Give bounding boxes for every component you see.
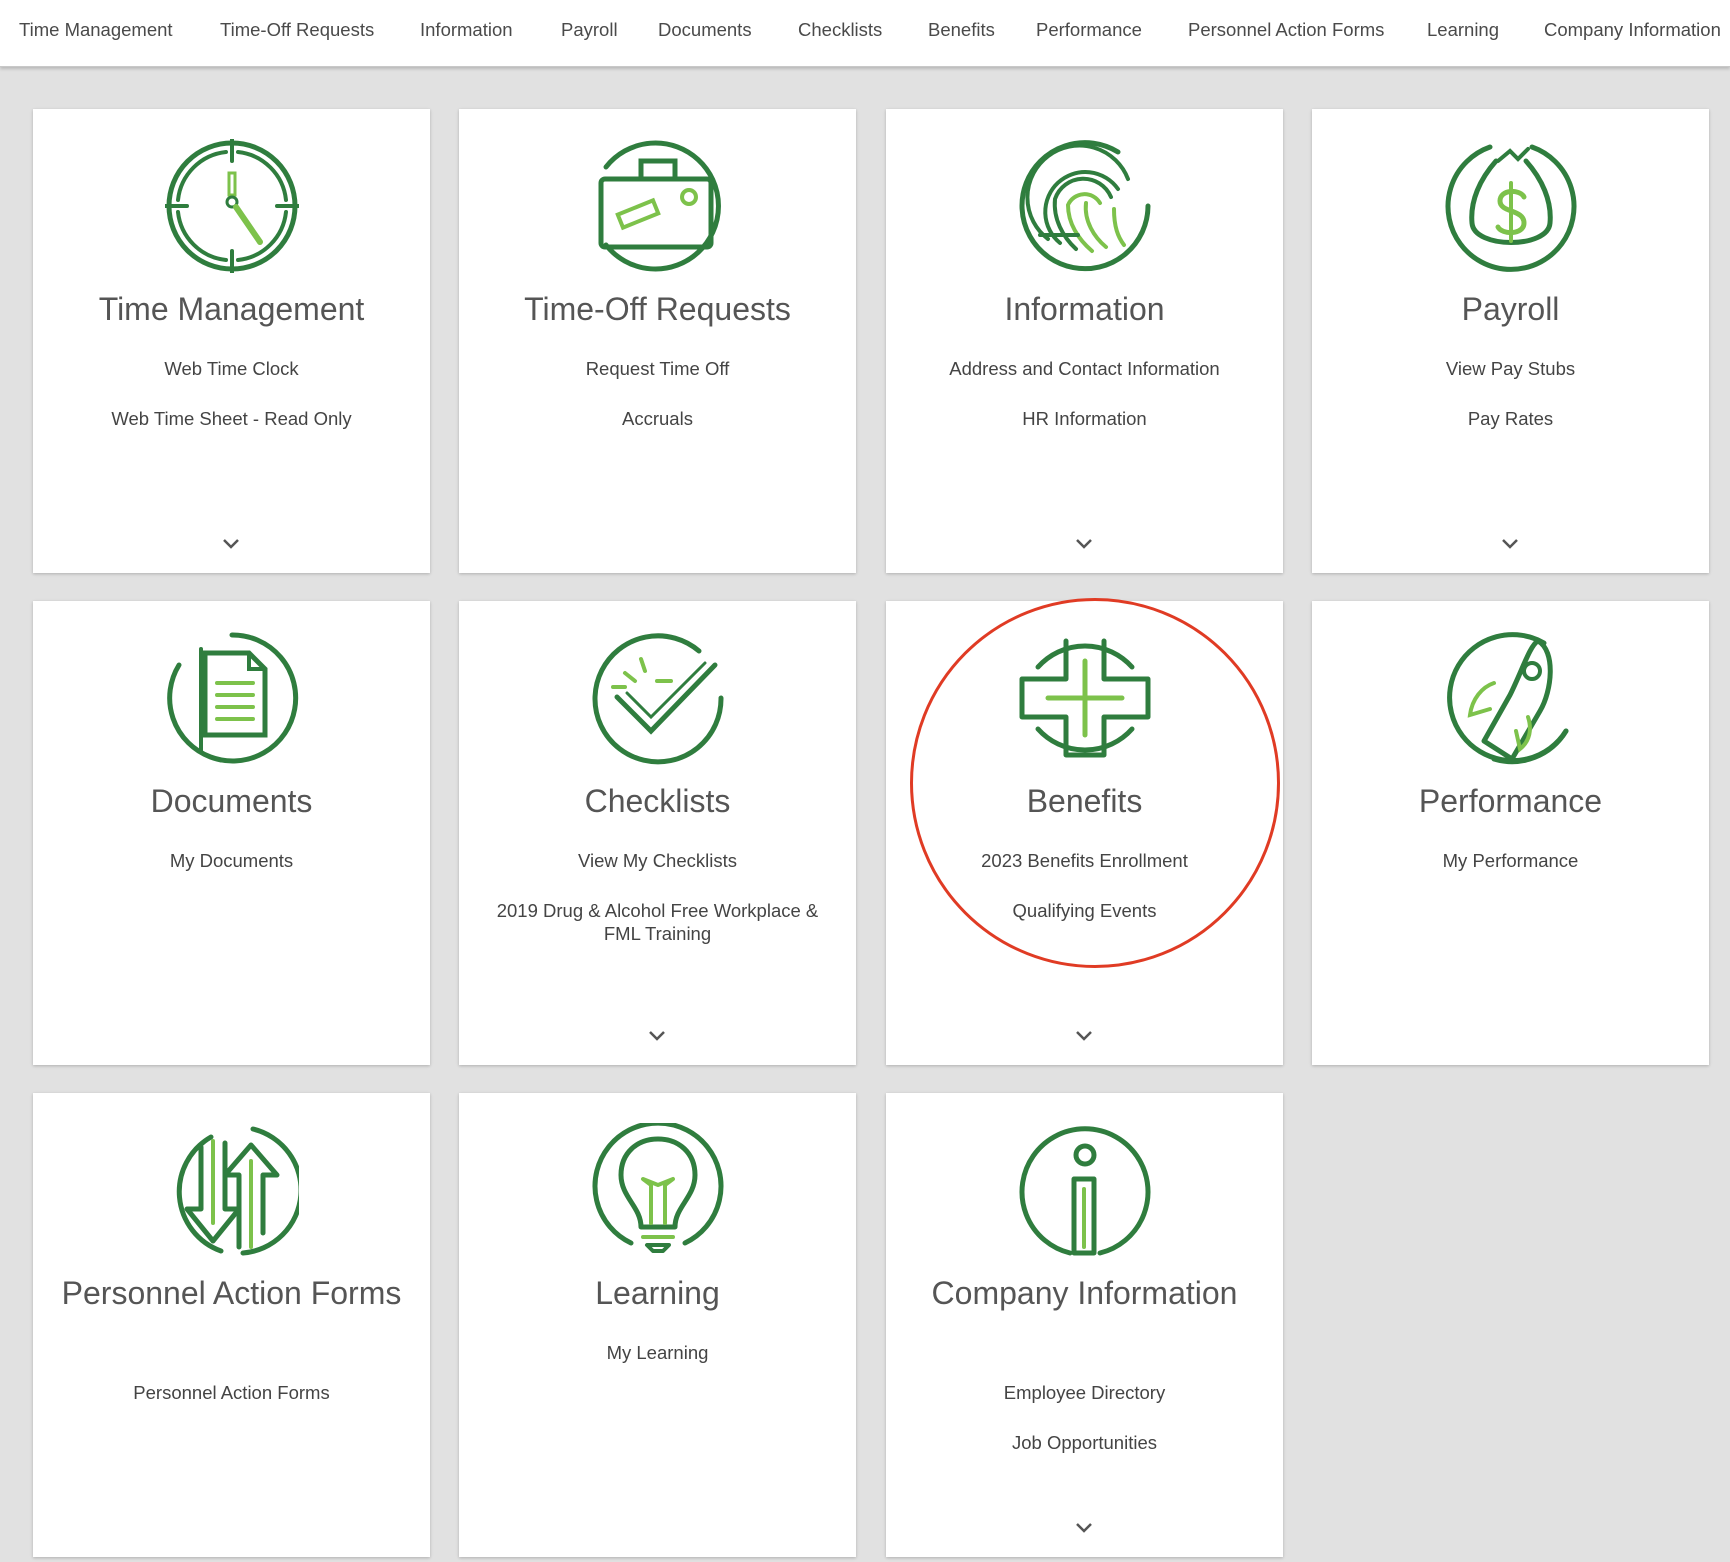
card-documents[interactable]: Documents My Documents: [33, 601, 430, 1065]
card-links: Address and Contact Information HR Infor…: [906, 357, 1263, 457]
card-links: My Performance: [1332, 849, 1689, 899]
card-link-view-pay-stubs[interactable]: View Pay Stubs: [1332, 357, 1689, 380]
card-link-my-performance[interactable]: My Performance: [1332, 849, 1689, 872]
card-title: Checklists: [584, 783, 731, 819]
chevron-down-icon[interactable]: [1073, 537, 1095, 551]
top-navigation: Time Management Time-Off Requests Inform…: [0, 0, 1730, 67]
clock-icon: [165, 139, 299, 273]
card-benefits[interactable]: Benefits 2023 Benefits Enrollment Qualif…: [886, 601, 1283, 1065]
card-learning[interactable]: Learning My Learning: [459, 1093, 856, 1557]
nav-item-information[interactable]: Information: [420, 0, 513, 60]
card-link-2023-benefits-enrollment[interactable]: 2023 Benefits Enrollment: [906, 849, 1263, 872]
nav-item-personnel-action-forms[interactable]: Personnel Action Forms: [1188, 0, 1384, 60]
nav-item-learning[interactable]: Learning: [1427, 0, 1499, 60]
card-checklists[interactable]: Checklists View My Checklists 2019 Drug …: [459, 601, 856, 1065]
medical-cross-icon: [1018, 631, 1152, 765]
info-icon: [1018, 1123, 1152, 1257]
card-link-view-my-checklists[interactable]: View My Checklists: [479, 849, 836, 872]
card-title: Personnel Action Forms: [61, 1275, 402, 1311]
card-links: View My Checklists 2019 Drug & Alcohol F…: [479, 849, 836, 972]
card-link-qualifying-events[interactable]: Qualifying Events: [906, 899, 1263, 922]
chevron-down-icon[interactable]: [1073, 1029, 1095, 1043]
card-link-drug-alcohol-training[interactable]: 2019 Drug & Alcohol Free Workplace & FML…: [479, 899, 836, 945]
chevron-down-icon[interactable]: [1073, 1521, 1095, 1535]
card-information[interactable]: Information Address and Contact Informat…: [886, 109, 1283, 573]
card-title: Information: [1004, 291, 1165, 327]
lightbulb-icon: [591, 1123, 725, 1257]
card-title: Learning: [595, 1275, 720, 1311]
chevron-down-icon[interactable]: [220, 537, 242, 551]
chevron-down-icon[interactable]: [646, 1029, 668, 1043]
card-time-off-requests[interactable]: Time-Off Requests Request Time Off Accru…: [459, 109, 856, 573]
card-time-management[interactable]: Time Management Web Time Clock Web Time …: [33, 109, 430, 573]
card-personnel-action-forms[interactable]: Personnel Action Forms Personnel Action …: [33, 1093, 430, 1557]
nav-item-time-management[interactable]: Time Management: [19, 0, 173, 60]
card-title: Benefits: [1026, 783, 1143, 819]
card-link-my-learning[interactable]: My Learning: [479, 1341, 836, 1364]
card-link-address-contact[interactable]: Address and Contact Information: [906, 357, 1263, 380]
card-performance[interactable]: Performance My Performance: [1312, 601, 1709, 1065]
card-link-request-time-off[interactable]: Request Time Off: [479, 357, 836, 380]
card-title: Documents: [150, 783, 313, 819]
nav-item-company-information[interactable]: Company Information: [1544, 0, 1721, 60]
card-links: Employee Directory Job Opportunities: [906, 1381, 1263, 1481]
card-links: View Pay Stubs Pay Rates: [1332, 357, 1689, 457]
rocket-icon: [1444, 631, 1578, 765]
card-link-employee-directory[interactable]: Employee Directory: [906, 1381, 1263, 1404]
card-title: Payroll: [1461, 291, 1560, 327]
card-title: Performance: [1418, 783, 1603, 819]
nav-item-time-off-requests[interactable]: Time-Off Requests: [220, 0, 374, 60]
document-icon: [165, 631, 299, 765]
card-link-accruals[interactable]: Accruals: [479, 407, 836, 430]
card-link-web-time-sheet[interactable]: Web Time Sheet - Read Only: [53, 407, 410, 430]
nav-item-checklists[interactable]: Checklists: [798, 0, 882, 60]
checkmark-icon: [591, 631, 725, 765]
fingerprint-icon: [1018, 139, 1152, 273]
card-link-job-opportunities[interactable]: Job Opportunities: [906, 1431, 1263, 1454]
card-link-hr-information[interactable]: HR Information: [906, 407, 1263, 430]
nav-item-payroll[interactable]: Payroll: [561, 0, 618, 60]
card-links: My Learning: [479, 1341, 836, 1391]
transfer-arrows-icon: [165, 1123, 299, 1257]
card-links: Personnel Action Forms: [53, 1381, 410, 1431]
card-links: 2023 Benefits Enrollment Qualifying Even…: [906, 849, 1263, 949]
card-title: Time Management: [98, 291, 365, 327]
nav-item-performance[interactable]: Performance: [1036, 0, 1142, 60]
card-links: My Documents: [53, 849, 410, 899]
nav-item-benefits[interactable]: Benefits: [928, 0, 995, 60]
suitcase-icon: [591, 139, 725, 273]
card-link-personnel-action-forms[interactable]: Personnel Action Forms: [53, 1381, 410, 1404]
nav-item-documents[interactable]: Documents: [658, 0, 752, 60]
money-bag-icon: [1444, 139, 1578, 273]
card-links: Request Time Off Accruals: [479, 357, 836, 457]
card-payroll[interactable]: Payroll View Pay Stubs Pay Rates: [1312, 109, 1709, 573]
chevron-down-icon[interactable]: [1499, 537, 1521, 551]
app-tile-grid: Time Management Web Time Clock Web Time …: [0, 66, 1730, 1562]
card-links: Web Time Clock Web Time Sheet - Read Onl…: [53, 357, 410, 457]
card-link-pay-rates[interactable]: Pay Rates: [1332, 407, 1689, 430]
card-link-my-documents[interactable]: My Documents: [53, 849, 410, 872]
card-title: Time-Off Requests: [524, 291, 791, 327]
card-title: Company Information: [931, 1275, 1238, 1311]
card-company-information[interactable]: Company Information Employee Directory J…: [886, 1093, 1283, 1557]
card-link-web-time-clock[interactable]: Web Time Clock: [53, 357, 410, 380]
